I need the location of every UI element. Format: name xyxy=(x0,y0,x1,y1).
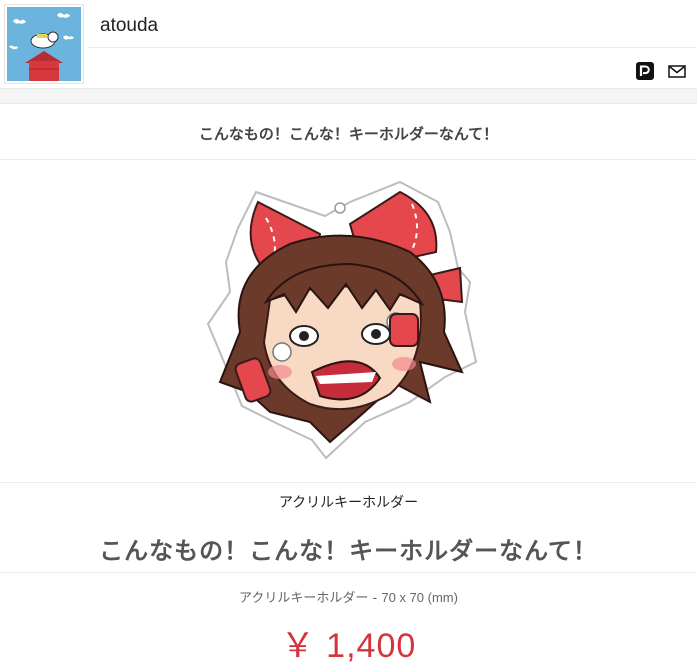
product-image[interactable] xyxy=(200,172,490,468)
product-title: こんなもの！こんな！キーホルダーなんて！ xyxy=(99,537,598,565)
spec-separator: - xyxy=(368,591,382,606)
pixiv-icon[interactable] xyxy=(636,62,654,80)
keychain-illustration xyxy=(206,180,478,460)
product-price: ￥ 1,400 xyxy=(280,627,417,665)
product-title-header: こんなもの！こんな！キーホルダーなんて！ xyxy=(198,125,499,143)
product-title-bar: こんなもの！こんな！キーホルダーなんて！ xyxy=(0,104,697,160)
shop-name[interactable]: atouda xyxy=(100,15,158,37)
section-divider xyxy=(0,482,697,483)
product-category: アクリルキーホルダー xyxy=(278,495,419,511)
product-spec: アクリルキーホルダー - 70 x 70 (mm) xyxy=(0,587,697,606)
avatar-image xyxy=(7,7,81,81)
shop-avatar[interactable] xyxy=(4,4,84,84)
header-divider xyxy=(88,47,697,48)
mail-icon[interactable] xyxy=(668,62,686,80)
section-divider xyxy=(0,572,697,573)
spec-size: 70 x 70 (mm) xyxy=(381,590,458,605)
section-band xyxy=(0,88,697,104)
shop-header: atouda xyxy=(0,0,697,88)
spec-name: アクリルキーホルダー xyxy=(239,591,369,606)
